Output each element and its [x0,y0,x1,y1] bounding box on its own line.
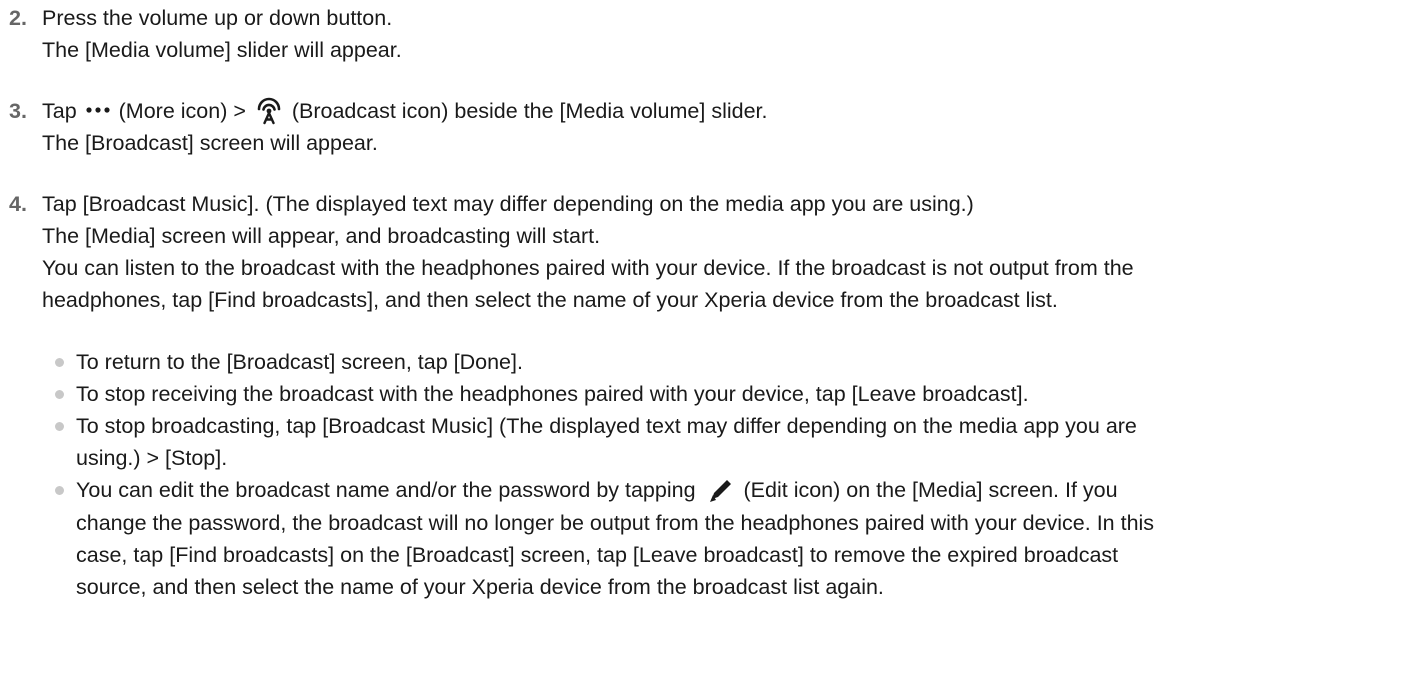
list-item-text: change the password, the broadcast will … [76,510,1155,535]
step-number: 3. [9,99,27,123]
step-result: The [Media volume] slider will appear. [42,38,402,62]
list-item: You can edit the broadcast name and/or t… [55,474,1405,602]
step-2: 2. Press the volume up or down button. T… [0,2,1405,66]
bullet-icon [55,390,64,400]
list-item-text: You can edit the broadcast name and/or t… [76,474,1405,506]
step-3: 3. Tap (More icon) > (Broadcast icon) be… [0,95,1405,159]
hint-list: To return to the [Broadcast] screen, tap… [0,346,1405,602]
list-item-text: To return to the [Broadcast] screen, tap… [76,350,523,375]
step-text: (More icon) > [118,99,246,123]
more-icon [86,107,110,113]
list-item-text: To stop broadcasting, tap [Broadcast Mus… [76,414,1137,439]
step-note: headphones, tap [Find broadcasts], and t… [42,288,1058,313]
help-page: 2. Press the volume up or down button. T… [0,0,1405,603]
step-note: You can listen to the broadcast with the… [42,256,1134,281]
bullet-icon [55,486,64,496]
list-item: To stop broadcasting, tap [Broadcast Mus… [55,410,1405,474]
bullet-icon [55,422,64,432]
step-4: 4. Tap [Broadcast Music]. (The displayed… [0,188,1405,316]
list-item-text: using.) > [Stop]. [76,446,228,471]
list-item-text-part: (Edit icon) on the [Media] screen. If yo… [743,478,1118,503]
list-item-text: To stop receiving the broadcast with the… [76,382,1029,407]
step-result: The [Broadcast] screen will appear. [42,131,378,156]
step-text: (Broadcast icon) beside the [Media volum… [291,99,768,123]
list-item-text: source, and then select the name of your… [76,574,884,599]
step-instruction: Tap [Broadcast Music]. (The displayed te… [42,192,974,217]
step-instruction: Press the volume up or down button. [42,6,393,30]
step-number: 4. [9,192,27,217]
bullet-icon [55,358,64,368]
list-item-text: case, tap [Find broadcasts] on the [Broa… [76,542,1119,567]
list-item-text-part: You can edit the broadcast name and/or t… [76,478,696,503]
list-item: To return to the [Broadcast] screen, tap… [55,346,1405,378]
step-text: Tap [42,99,77,123]
step-result: The [Media] screen will appear, and broa… [42,224,601,249]
step-instruction: Tap (More icon) > (Broadcast icon) besid… [42,95,1405,127]
list-item: To stop receiving the broadcast with the… [55,378,1405,410]
edit-icon [709,479,731,502]
step-number: 2. [9,6,27,30]
broadcast-icon [257,98,281,125]
